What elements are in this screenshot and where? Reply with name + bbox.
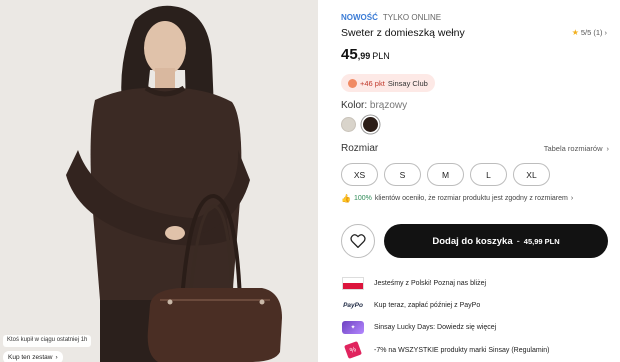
size-option-m[interactable]: M — [427, 163, 464, 186]
size-option-s[interactable]: S — [384, 163, 421, 186]
info-row-paypo[interactable]: PayPo Kup teraz, zapłać później z PayPo — [341, 298, 611, 312]
club-coin-icon — [348, 78, 357, 88]
color-value: brązowy — [369, 100, 408, 111]
price-integer: 45 — [341, 46, 358, 63]
product-photo[interactable]: Ktoś kupił w ciągu ostatniej 1h Kup ten … — [0, 0, 318, 362]
info-row-text: Kup teraz, zapłać później z PayPo — [374, 301, 481, 309]
info-row-lucky-days[interactable]: ✦ Sinsay Lucky Days: Dowiedz się więcej — [341, 320, 611, 334]
color-label: Kolor: — [341, 100, 368, 111]
paypo-icon: PayPo — [343, 301, 363, 309]
add-to-cart-button[interactable]: Dodaj do koszyka - 45,99 PLN — [384, 224, 608, 258]
color-swatch-brown[interactable] — [363, 117, 378, 132]
product-badges: NOWOŚĆ TYLKO ONLINE — [341, 13, 441, 22]
star-icon: ★ — [571, 28, 579, 37]
size-option-xl[interactable]: XL — [513, 163, 550, 186]
size-fit-info[interactable]: 👍 100% klientów oceniło, że rozmiar prod… — [341, 194, 573, 203]
wishlist-button[interactable] — [341, 224, 375, 258]
info-row-text: -7% na WSZYSTKIE produkty marki Sinsay (… — [374, 346, 550, 354]
info-row-text: Jesteśmy z Polski! Poznaj nas bliżej — [374, 279, 487, 287]
info-row-text: Sinsay Lucky Days: Dowiedz się więcej — [374, 323, 497, 331]
lucky-days-icon: ✦ — [341, 320, 365, 334]
club-points-badge[interactable]: +46 pkt Sinsay Club — [341, 74, 435, 92]
product-rating[interactable]: ★ 5/5 (1) › — [572, 28, 607, 37]
price-decimal: ,99 — [357, 51, 371, 61]
color-label-row: Kolor: brązowy — [341, 100, 407, 111]
shop-the-look-label: Kup ten zestaw — [8, 354, 53, 361]
add-to-cart-separator: - — [516, 235, 520, 247]
product-price: 45,99 PLN — [341, 46, 390, 64]
badge-new: NOWOŚĆ — [341, 13, 378, 22]
info-row-promo[interactable]: % -7% na WSZYSTKIE produkty marki Sinsay… — [341, 341, 611, 359]
thumbs-up-icon: 👍 — [341, 194, 351, 203]
info-row-poland[interactable]: Jesteśmy z Polski! Poznaj nas bliżej — [341, 276, 611, 290]
size-selector: XS S M L XL — [341, 163, 550, 186]
poland-flag-icon — [341, 276, 365, 290]
product-title: Sweter z domieszką wełny — [341, 27, 465, 39]
club-points: +46 pkt — [360, 78, 385, 88]
rating-count: (1) — [593, 28, 603, 37]
chevron-right-icon: › — [606, 144, 610, 153]
fit-text: klientów oceniło, że rozmiar produktu je… — [374, 195, 568, 202]
model-illustration — [0, 0, 318, 362]
rating-value: 5/5 — [580, 28, 592, 37]
chevron-right-icon: › — [55, 354, 58, 361]
chevron-right-icon: › — [570, 195, 574, 202]
club-name: Sinsay Club — [387, 78, 428, 88]
color-swatch-beige[interactable] — [341, 117, 356, 132]
shop-the-look-button[interactable]: Kup ten zestaw › — [3, 351, 63, 362]
size-guide-link[interactable]: Tabela rozmiarów › — [544, 144, 609, 153]
size-option-l[interactable]: L — [470, 163, 507, 186]
chevron-right-icon: › — [604, 28, 608, 37]
add-to-cart-label: Dodaj do koszyka — [432, 235, 513, 247]
badge-online-only: TYLKO ONLINE — [382, 13, 442, 22]
promo-tag-icon: % — [341, 341, 365, 359]
size-label: Rozmiar — [341, 143, 379, 154]
price-currency: PLN — [372, 51, 390, 61]
fit-percent: 100% — [353, 195, 372, 202]
product-panel: NOWOŚĆ TYLKO ONLINE ★ 5/5 (1) › Sweter z… — [341, 0, 611, 362]
add-to-cart-price: 45,99 PLN — [523, 236, 560, 246]
size-guide-label: Tabela rozmiarów — [543, 144, 603, 153]
recent-purchase-toast: Ktoś kupił w ciągu ostatniej 1h — [3, 335, 92, 347]
heart-icon — [350, 234, 366, 248]
size-option-xs[interactable]: XS — [341, 163, 378, 186]
